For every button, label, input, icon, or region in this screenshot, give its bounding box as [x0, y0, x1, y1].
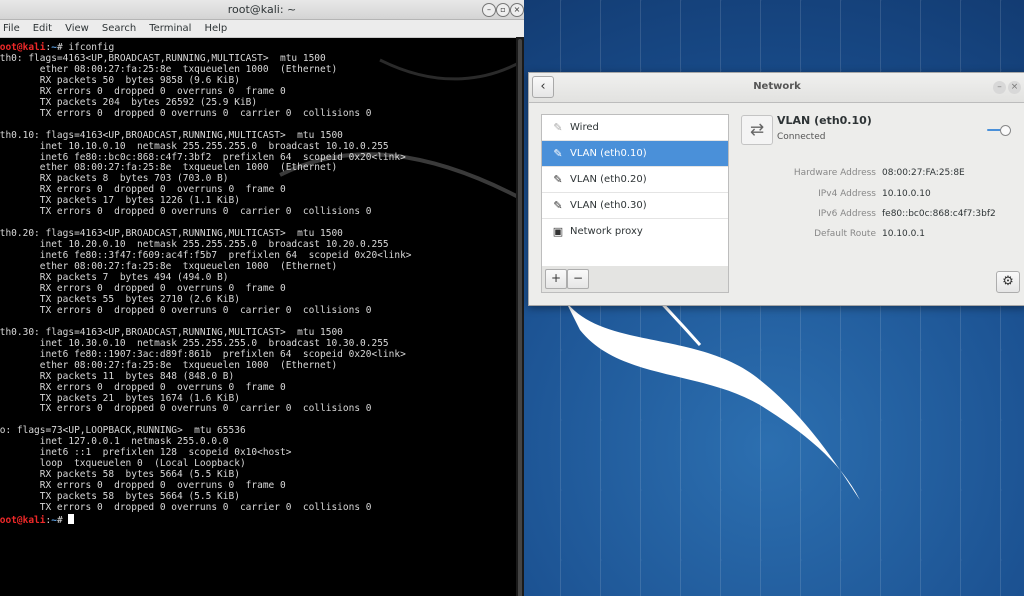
menu-help[interactable]: Help	[204, 23, 227, 34]
maximize-icon[interactable]: ▫	[496, 3, 510, 17]
vlan-icon: ✎	[553, 199, 563, 212]
wired-icon: ✎	[553, 121, 563, 134]
terminal-title: root@kali: ~	[227, 3, 297, 16]
scrollbar-thumb[interactable]	[518, 39, 522, 596]
terminal-window: root@kali: ~ – ▫ × File Edit View Search…	[0, 0, 524, 596]
prompt-user: root@kali	[0, 514, 46, 526]
prompt-symbol: #	[56, 514, 63, 526]
network-headerbar: ‹ Network – ×	[529, 73, 1024, 103]
list-item-label: Network proxy	[570, 226, 643, 237]
list-item-label: Wired	[570, 122, 599, 133]
close-icon[interactable]: ×	[1008, 81, 1021, 94]
list-toolbar: + −	[541, 266, 729, 293]
network-settings-window: ‹ Network – × ✎ Wired ✎ VLAN (eth0.10) ✎…	[528, 72, 1024, 306]
minimize-icon[interactable]: –	[993, 81, 1006, 94]
prompt-user: root@kali	[0, 42, 46, 53]
ipv6-address-label: IPv6 Address	[818, 209, 876, 219]
vlan-icon: ✎	[553, 173, 563, 186]
menu-file[interactable]: File	[3, 23, 20, 34]
terminal-cursor	[68, 513, 75, 524]
default-route-value: 10.10.0.1	[882, 229, 925, 239]
list-item-label: VLAN (eth0.10)	[570, 148, 647, 159]
connection-toggle[interactable]	[987, 125, 1011, 136]
ipv6-address-value: fe80::bc0c:868:c4f7:3bf2	[882, 209, 996, 219]
ipv4-address-value: 10.10.0.10	[882, 189, 931, 199]
remove-connection-button[interactable]: −	[567, 269, 589, 289]
terminal-scrollbar[interactable]	[516, 37, 524, 596]
ipv4-address-label: IPv4 Address	[818, 189, 876, 199]
command-output: eth0: flags=4163<UP,BROADCAST,RUNNING,MU…	[0, 52, 412, 514]
minimize-icon[interactable]: –	[482, 3, 496, 17]
menu-edit[interactable]: Edit	[33, 23, 52, 34]
connection-list: ✎ Wired ✎ VLAN (eth0.10) ✎ VLAN (eth0.20…	[541, 114, 729, 267]
list-item-vlan-eth0-10[interactable]: ✎ VLAN (eth0.10)	[542, 141, 728, 167]
default-route-label: Default Route	[814, 229, 876, 239]
terminal-menubar: File Edit View Search Terminal Help	[0, 20, 524, 38]
menu-search[interactable]: Search	[102, 23, 136, 34]
connection-name: VLAN (eth0.10)	[777, 114, 872, 127]
proxy-icon: ▣	[552, 225, 564, 238]
terminal-titlebar[interactable]: root@kali: ~ – ▫ ×	[0, 0, 524, 20]
list-item-network-proxy[interactable]: ▣ Network proxy	[542, 219, 728, 244]
gear-icon[interactable]: ⚙	[996, 271, 1020, 293]
close-icon[interactable]: ×	[510, 3, 524, 17]
connection-status: Connected	[777, 132, 826, 142]
connection-arrows-icon: ⇄	[741, 115, 773, 145]
list-item-label: VLAN (eth0.30)	[570, 200, 647, 211]
command-text: ifconfig	[62, 42, 115, 53]
hardware-address-value: 08:00:27:FA:25:8E	[882, 168, 965, 178]
terminal-content[interactable]: root@kali:~# ifconfig eth0: flags=4163<U…	[0, 37, 516, 596]
list-item-label: VLAN (eth0.20)	[570, 174, 647, 185]
list-item-vlan-eth0-20[interactable]: ✎ VLAN (eth0.20)	[542, 167, 728, 193]
hardware-address-label: Hardware Address	[793, 168, 876, 178]
vlan-icon: ✎	[553, 147, 563, 160]
menu-view[interactable]: View	[65, 23, 89, 34]
list-item-wired[interactable]: ✎ Wired	[542, 115, 728, 141]
toggle-knob	[1000, 125, 1011, 136]
window-title: Network	[753, 81, 801, 92]
menu-terminal[interactable]: Terminal	[149, 23, 191, 34]
list-item-vlan-eth0-30[interactable]: ✎ VLAN (eth0.30)	[542, 193, 728, 219]
add-connection-button[interactable]: +	[545, 269, 567, 289]
